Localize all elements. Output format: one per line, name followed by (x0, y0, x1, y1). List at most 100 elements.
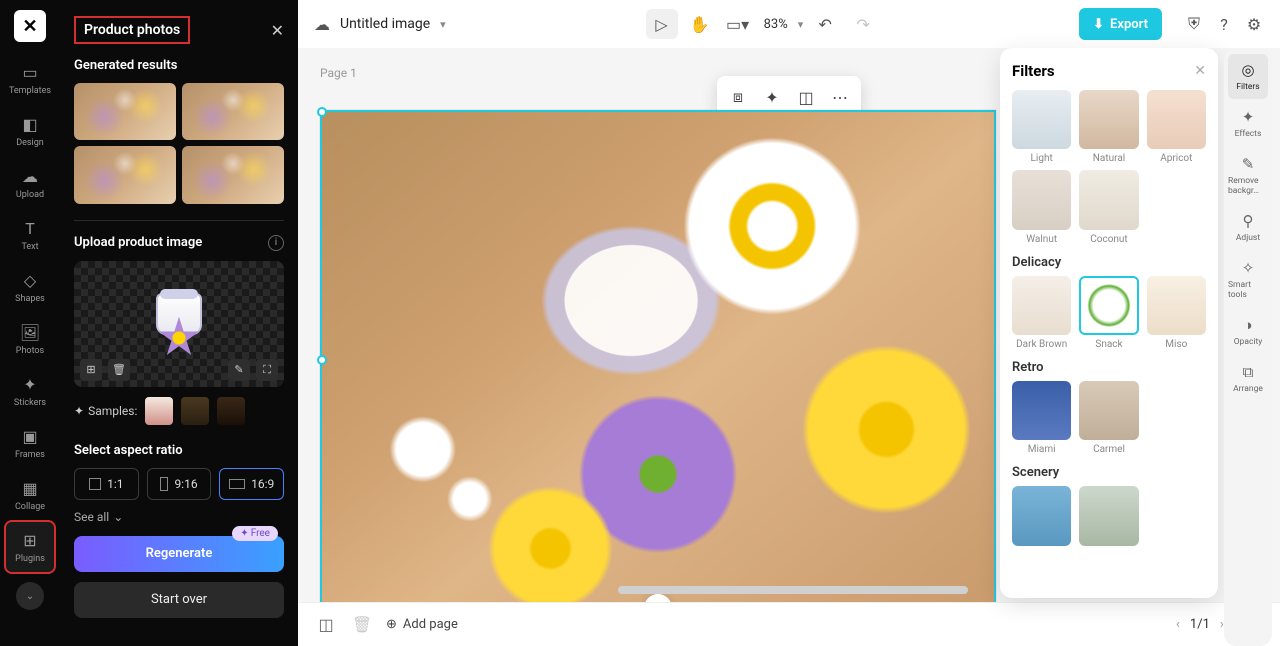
filter-scenery-2[interactable] (1079, 486, 1138, 545)
design-icon: ◧ (20, 114, 40, 134)
filter-light[interactable]: Light (1012, 90, 1071, 164)
info-icon[interactable]: i (268, 235, 284, 251)
rr-effects[interactable]: ✦Effects (1228, 101, 1268, 146)
filter-coconut[interactable]: Coconut (1079, 170, 1138, 244)
rr-opacity[interactable]: ◑Opacity (1228, 309, 1268, 354)
upload-icon: ☁ (20, 166, 40, 186)
more-icon[interactable]: ⋯ (825, 82, 855, 112)
shield-icon[interactable]: ⛨ (1184, 14, 1204, 34)
pointer-tool[interactable]: ▷ (646, 9, 678, 39)
rail-collage[interactable]: ▦Collage (6, 470, 54, 520)
result-thumb-1[interactable] (74, 83, 176, 140)
canvas-selection[interactable]: ↻ (320, 110, 996, 602)
filter-carmel[interactable]: Carmel (1079, 381, 1138, 455)
rail-frames[interactable]: ▣Frames (6, 418, 54, 468)
adjust-icon: ⚲ (1239, 212, 1257, 230)
filter-natural[interactable]: Natural (1079, 90, 1138, 164)
see-all-button[interactable]: See all ⌄ (74, 510, 284, 524)
plugins-icon: ⊞ (20, 530, 40, 550)
zoom-chevron-icon[interactable]: ▾ (798, 18, 804, 31)
text-icon: T (20, 218, 40, 238)
rail-plugins[interactable]: ⊞Plugins (6, 522, 54, 572)
result-thumb-3[interactable] (74, 146, 176, 203)
filter-apricot[interactable]: Apricot (1147, 90, 1206, 164)
aspect-9-16[interactable]: 9:16 (147, 468, 212, 500)
export-button[interactable]: ⬇Export (1079, 8, 1162, 40)
filter-category-scenery: Scenery (1012, 465, 1206, 480)
filters-close[interactable]: ✕ (1194, 63, 1206, 79)
hand-tool[interactable]: ✋ (684, 9, 716, 39)
filters-panel: Filters ✕ Light Natural Apricot Walnut C… (1000, 48, 1218, 598)
rail-photos[interactable]: 🖼Photos (6, 314, 54, 364)
filter-walnut[interactable]: Walnut (1012, 170, 1071, 244)
panel-close[interactable]: ✕ (271, 21, 284, 40)
preview-grid-icon[interactable]: ⊞ (80, 359, 102, 381)
effects-icon[interactable]: ✦ (757, 82, 787, 112)
add-page-icon: ⊕ (386, 617, 397, 632)
photos-icon: 🖼 (20, 322, 40, 342)
filter-miso[interactable]: Miso (1147, 276, 1206, 350)
free-badge: ✦ Free (232, 526, 278, 541)
chevron-down-icon: ⌄ (113, 510, 123, 524)
preview-trash-icon[interactable]: 🗑 (108, 359, 130, 381)
app-logo[interactable]: ✕ (14, 10, 46, 42)
resize-handle[interactable] (317, 107, 327, 117)
page-count: 1/1 (1190, 617, 1210, 632)
rail-text[interactable]: TText (6, 210, 54, 260)
upload-preview[interactable]: ⊞ 🗑 ✎ ⛶ (74, 261, 284, 387)
refresh-icon[interactable]: ↻ (644, 594, 672, 602)
rr-smart-tools[interactable]: ✧Smart tools (1228, 252, 1268, 307)
rr-arrange[interactable]: ⧉Arrange (1228, 356, 1268, 401)
layers-icon[interactable]: ◫ (791, 82, 821, 112)
effects-icon: ✦ (1239, 108, 1257, 126)
horizontal-scrollbar[interactable] (618, 586, 968, 594)
rail-design[interactable]: ◧Design (6, 106, 54, 156)
rail-shapes[interactable]: ◇Shapes (6, 262, 54, 312)
resize-handle[interactable] (317, 355, 327, 365)
undo-button[interactable]: ↶ (809, 9, 841, 39)
rail-templates[interactable]: ▭Templates (6, 54, 54, 104)
rr-remove-bg[interactable]: ✎Remove backgr… (1228, 148, 1268, 203)
rr-adjust[interactable]: ⚲Adjust (1228, 205, 1268, 250)
filter-dark-brown[interactable]: Dark Brown (1012, 276, 1071, 350)
trash-icon[interactable]: 🗑 (350, 615, 374, 634)
product-image (144, 289, 214, 359)
start-over-button[interactable]: Start over (74, 582, 284, 618)
samples-label: ✦ Samples: (74, 404, 137, 418)
resize-tool[interactable]: ▭▾ (722, 9, 754, 39)
filter-scenery-1[interactable] (1012, 486, 1071, 545)
sample-thumb-2[interactable] (181, 397, 209, 425)
add-page-button[interactable]: ⊕Add page (386, 617, 458, 632)
redo-button[interactable]: ↷ (847, 9, 879, 39)
aspect-1-1[interactable]: 1:1 (74, 468, 139, 500)
zoom-value[interactable]: 83% (760, 17, 792, 32)
rail-upload[interactable]: ☁Upload (6, 158, 54, 208)
filter-snack[interactable]: Snack (1079, 276, 1138, 350)
pages-icon[interactable]: ◫ (314, 615, 338, 634)
left-rail: ✕ ▭Templates ◧Design ☁Upload TText ◇Shap… (0, 0, 60, 646)
rail-more[interactable]: ⌄ (16, 582, 44, 610)
right-rail: ◎Filters ✦Effects ✎Remove backgr… ⚲Adjus… (1224, 48, 1272, 646)
document-title[interactable]: Untitled image (340, 16, 430, 32)
sample-thumb-3[interactable] (217, 397, 245, 425)
shapes-icon: ◇ (20, 270, 40, 290)
filter-miami[interactable]: Miami (1012, 381, 1071, 455)
stickers-icon: ✦ (20, 374, 40, 394)
aspect-16-9[interactable]: 16:9 (219, 468, 284, 500)
result-thumb-4[interactable] (182, 146, 284, 203)
sample-thumb-1[interactable] (145, 397, 173, 425)
regenerate-button[interactable]: Regenerate (74, 536, 284, 572)
result-thumb-2[interactable] (182, 83, 284, 140)
samples-row: ✦ Samples: (74, 397, 284, 425)
help-icon[interactable]: ? (1214, 14, 1234, 34)
cloud-icon[interactable]: ☁ (314, 15, 330, 34)
crop-icon[interactable]: ⧈ (723, 82, 753, 112)
settings-icon[interactable]: ⚙ (1244, 14, 1264, 34)
prev-page-icon[interactable]: ‹ (1176, 617, 1180, 632)
results-grid (74, 83, 284, 204)
rr-filters[interactable]: ◎Filters (1228, 54, 1268, 99)
title-chevron-icon[interactable]: ▾ (440, 18, 446, 31)
preview-edit-icon[interactable]: ✎ (228, 359, 250, 381)
rail-stickers[interactable]: ✦Stickers (6, 366, 54, 416)
preview-expand-icon[interactable]: ⛶ (256, 359, 278, 381)
